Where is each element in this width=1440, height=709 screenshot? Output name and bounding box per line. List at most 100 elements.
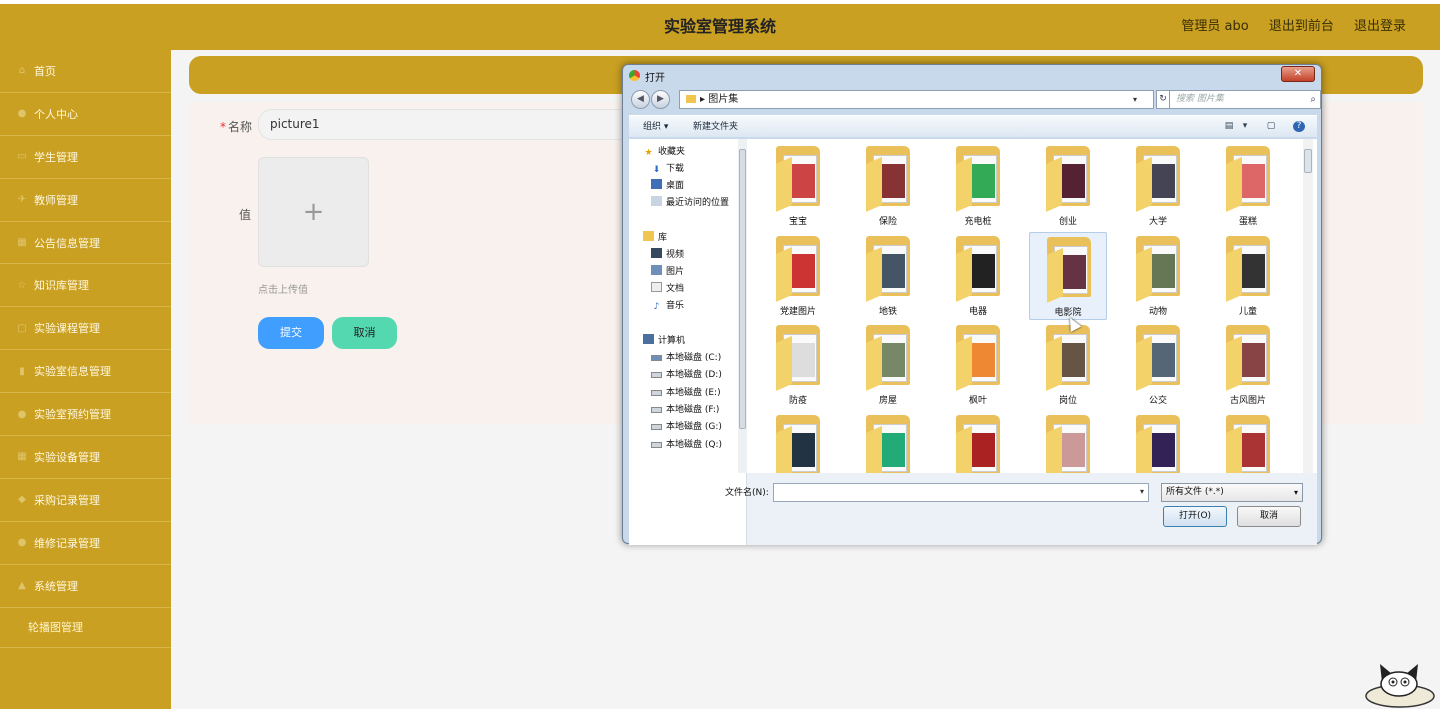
folder-item[interactable]: 电影院 xyxy=(1029,231,1107,320)
address-bar[interactable]: ▸ 图片集 ▾ xyxy=(679,90,1154,109)
files-scrollbar[interactable] xyxy=(1303,139,1313,473)
preview-pane-icon[interactable]: ▢ xyxy=(1265,121,1277,132)
tree-computer[interactable]: 计算机 xyxy=(643,334,685,348)
tree-pictures[interactable]: 图片 xyxy=(651,265,684,279)
folder-item[interactable]: 保险 xyxy=(849,142,927,230)
open-button[interactable]: 打开(O) xyxy=(1163,506,1227,527)
upload-box[interactable]: + xyxy=(258,157,369,267)
folder-item[interactable]: 宝宝 xyxy=(759,142,837,230)
chevron-down-icon[interactable]: ▾ xyxy=(1140,487,1144,496)
sidebar-item-label: 维修记录管理 xyxy=(34,536,100,550)
reservation-icon: ● xyxy=(17,408,27,420)
sidebar-item[interactable]: ▭ 学生管理 xyxy=(0,136,171,179)
folder-item[interactable]: 枫叶 xyxy=(939,321,1017,409)
sidebar-item[interactable]: ● 维修记录管理 xyxy=(0,522,171,565)
dialog-cancel-button[interactable]: 取消 xyxy=(1237,506,1301,527)
folder-item[interactable] xyxy=(939,411,1017,473)
sidebar-item[interactable]: ▢ 实验课程管理 xyxy=(0,307,171,351)
cancel-button[interactable]: 取消 xyxy=(332,317,397,349)
refresh-button[interactable]: ↻ xyxy=(1156,90,1170,109)
library-icon xyxy=(643,231,654,241)
organize-menu[interactable]: 组织 ▾ xyxy=(643,116,668,138)
tree-scrollbar-thumb[interactable] xyxy=(739,149,746,429)
folder-front xyxy=(1226,425,1242,473)
back-button[interactable]: ◀ xyxy=(631,90,650,109)
chevron-down-icon[interactable]: ▾ xyxy=(1133,91,1137,108)
folder-item[interactable]: 党建图片 xyxy=(759,232,837,320)
folder-item[interactable] xyxy=(849,411,927,473)
sidebar-subitem-carousel[interactable]: 轮播图管理 xyxy=(0,608,171,648)
submit-button[interactable]: 提交 xyxy=(258,317,324,349)
folder-thumbnail xyxy=(1239,343,1265,377)
forward-button[interactable]: ▶ xyxy=(651,90,670,109)
folder-item[interactable]: 电器 xyxy=(939,232,1017,320)
sidebar-item[interactable]: ◆ 采购记录管理 xyxy=(0,479,171,522)
folder-item[interactable]: 房屋 xyxy=(849,321,927,409)
tree-drive[interactable]: 本地磁盘 (D:) xyxy=(651,368,722,382)
folder-item[interactable]: 古风图片 xyxy=(1209,321,1287,409)
folder-item[interactable] xyxy=(1119,411,1197,473)
sidebar-item-label: 系统管理 xyxy=(34,579,78,593)
folder-item[interactable] xyxy=(1029,411,1107,473)
folder-item[interactable]: 大学 xyxy=(1119,142,1197,230)
filetype-select[interactable]: 所有文件 (*.*) ▾ xyxy=(1161,483,1303,502)
folder-label: 充电桩 xyxy=(964,217,992,227)
sidebar-item[interactable]: ▮ 实验室信息管理 xyxy=(0,350,171,394)
tree-music[interactable]: ♪ 音乐 xyxy=(651,299,684,313)
sidebar-item[interactable]: ▦ 公告信息管理 xyxy=(0,222,171,265)
tree-desktop[interactable]: 桌面 xyxy=(651,179,684,193)
folder-item[interactable]: 创业 xyxy=(1029,142,1107,230)
tree-drive[interactable]: 本地磁盘 (F:) xyxy=(651,403,719,417)
folder-item[interactable]: 蛋糕 xyxy=(1209,142,1287,230)
folder-item[interactable]: 充电桩 xyxy=(939,142,1017,230)
folder-item[interactable] xyxy=(759,411,837,473)
folder-front xyxy=(1136,335,1152,391)
drive-icon xyxy=(651,424,662,431)
search-icon: ⌕ xyxy=(1310,94,1316,105)
tree-recent[interactable]: 最近访问的位置 xyxy=(651,196,729,210)
sidebar-item[interactable]: ● 实验室预约管理 xyxy=(0,393,171,437)
name-input[interactable]: picture1 xyxy=(258,109,638,140)
folder-item[interactable] xyxy=(1209,411,1287,473)
folder-item[interactable]: 地铁 xyxy=(849,232,927,320)
tree-drive[interactable]: 本地磁盘 (E:) xyxy=(651,386,721,400)
tree-documents[interactable]: 文档 xyxy=(651,282,684,296)
tree-favorites[interactable]: ★ 收藏夹 xyxy=(643,145,685,159)
sidebar-item[interactable]: ▲ 系统管理 xyxy=(0,565,171,608)
chevron-right-icon: ▸ xyxy=(700,94,709,105)
sidebar-item[interactable]: ✈ 教师管理 xyxy=(0,179,171,222)
dialog-titlebar[interactable]: 打开 ✕ xyxy=(623,65,1321,87)
help-icon[interactable]: ? xyxy=(1293,121,1305,132)
folder-front xyxy=(1046,156,1062,212)
folder-item[interactable]: 岗位 xyxy=(1029,321,1107,409)
tree-drive[interactable]: 本地磁盘 (G:) xyxy=(651,420,722,434)
folder-item[interactable]: 儿童 xyxy=(1209,232,1287,320)
folder-item[interactable]: 动物 xyxy=(1119,232,1197,320)
view-options-icon[interactable]: ▤ xyxy=(1223,121,1235,132)
tree-library[interactable]: 库 xyxy=(643,231,667,245)
tree-videos[interactable]: 视频 xyxy=(651,248,684,262)
dialog-title: 打开 xyxy=(645,73,665,84)
tree-drive[interactable]: 本地磁盘 (Q:) xyxy=(651,438,722,452)
sidebar-item[interactable]: ▦ 实验设备管理 xyxy=(0,436,171,479)
computer-icon xyxy=(643,334,654,344)
exit-to-front-link[interactable]: 退出到前台 xyxy=(1269,19,1334,34)
files-scrollbar-thumb[interactable] xyxy=(1304,149,1312,173)
filename-input[interactable]: ▾ xyxy=(773,483,1149,502)
sidebar-item[interactable]: ☆ 知识库管理 xyxy=(0,264,171,308)
folder-label: 电影院 xyxy=(1054,307,1082,318)
folder-label: 保险 xyxy=(878,217,897,227)
close-button[interactable]: ✕ xyxy=(1281,66,1315,82)
sidebar-item[interactable]: ⌂ 首页 xyxy=(0,50,171,93)
sidebar-item[interactable]: ● 个人中心 xyxy=(0,93,171,136)
logout-link[interactable]: 退出登录 xyxy=(1354,19,1406,34)
folder-front xyxy=(776,246,792,302)
folder-item[interactable]: 防疫 xyxy=(759,321,837,409)
chevron-down-icon[interactable]: ▾ xyxy=(1239,121,1251,132)
tree-scrollbar[interactable] xyxy=(738,139,747,473)
tree-downloads[interactable]: ⬇ 下载 xyxy=(651,162,684,176)
new-folder-button[interactable]: 新建文件夹 xyxy=(693,116,738,138)
search-input[interactable]: 搜索 图片集 ⌕ xyxy=(1169,90,1321,109)
tree-drive[interactable]: 本地磁盘 (C:) xyxy=(651,351,721,365)
folder-item[interactable]: 公交 xyxy=(1119,321,1197,409)
